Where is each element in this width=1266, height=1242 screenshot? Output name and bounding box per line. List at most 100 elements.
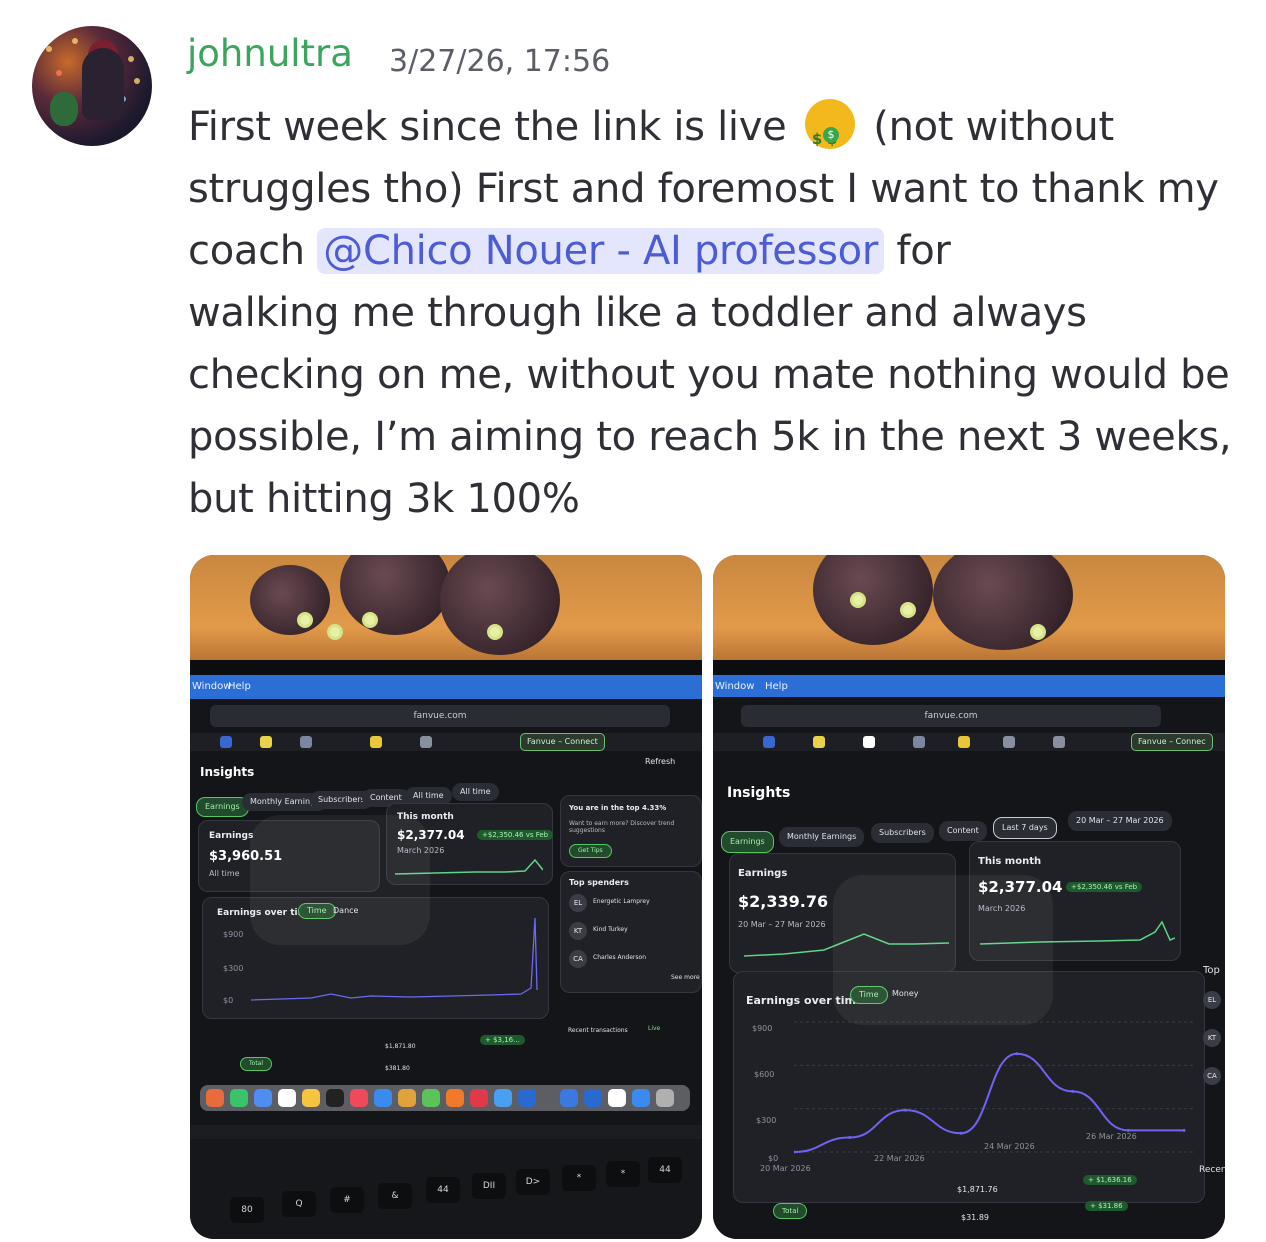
app-icon[interactable] bbox=[560, 1089, 578, 1107]
this-month-label: This month bbox=[397, 812, 454, 822]
app-icon[interactable] bbox=[398, 1089, 416, 1107]
menu-window[interactable]: Window bbox=[715, 681, 754, 692]
app-icon[interactable] bbox=[656, 1089, 674, 1107]
see-more-link[interactable]: See more bbox=[671, 974, 700, 981]
data-point bbox=[1182, 1128, 1186, 1132]
chart-toggle-money[interactable]: Money bbox=[892, 989, 919, 998]
tab-content[interactable]: Content bbox=[939, 821, 987, 841]
spender-avatar: CA bbox=[1203, 1067, 1221, 1085]
key: 80 bbox=[230, 1197, 264, 1223]
tab-fanvue-connect[interactable]: Fanvue – Connec bbox=[1131, 733, 1213, 751]
spender-name[interactable]: Kind Turkey bbox=[593, 926, 628, 933]
earnings-line-left bbox=[251, 917, 538, 1001]
address-bar[interactable]: fanvue.com bbox=[210, 705, 670, 727]
app-icon[interactable] bbox=[608, 1089, 626, 1107]
data-point bbox=[903, 1108, 907, 1112]
menu-help[interactable]: Help bbox=[228, 681, 251, 692]
app-icon[interactable] bbox=[518, 1089, 536, 1107]
range-select-last-7-days[interactable]: Last 7 days bbox=[993, 817, 1057, 839]
earnings-card: Earnings $2,339.76 20 Mar – 27 Mar 2026 bbox=[729, 853, 956, 973]
app-icon[interactable] bbox=[422, 1089, 440, 1107]
tab-favicon[interactable] bbox=[763, 736, 775, 748]
app-icon[interactable] bbox=[350, 1089, 368, 1107]
tab-earnings[interactable]: Earnings bbox=[721, 831, 774, 853]
this-month-badge: +$2,350.46 vs Feb bbox=[1066, 882, 1143, 892]
app-icon[interactable] bbox=[326, 1089, 344, 1107]
app-icon[interactable] bbox=[230, 1089, 248, 1107]
white-bloom bbox=[853, 595, 863, 605]
tab-favicon[interactable] bbox=[370, 736, 382, 748]
chart-toggle-time[interactable]: Time bbox=[850, 986, 888, 1004]
avatar-teddy-bear bbox=[50, 92, 78, 126]
earnings-card: Earnings $3,960.51 All time bbox=[198, 820, 380, 892]
tab-favicon[interactable] bbox=[913, 736, 925, 748]
tab-favicon[interactable] bbox=[958, 736, 970, 748]
app-icon[interactable] bbox=[584, 1089, 602, 1107]
spender-avatar: CA bbox=[569, 950, 587, 968]
tab-favicon[interactable] bbox=[1003, 736, 1015, 748]
earnings-label: Earnings bbox=[209, 831, 254, 841]
key: Q bbox=[282, 1191, 316, 1217]
side-top: Top bbox=[1203, 965, 1220, 976]
tab-favicon[interactable] bbox=[863, 736, 875, 748]
this-month-sub: March 2026 bbox=[397, 846, 445, 855]
white-bloom bbox=[490, 627, 500, 637]
user-mention[interactable]: @Chico Nouer - AI professor bbox=[317, 228, 884, 274]
message-line-4: walking me through like a toddler and al… bbox=[188, 290, 1087, 336]
attachment-photo-right[interactable]: Window Help fanvue.com Fanvue – Connec I… bbox=[713, 555, 1225, 1239]
menu-window[interactable]: Window bbox=[192, 681, 231, 692]
total-change-badge: + $31.86 bbox=[1085, 1201, 1128, 1211]
app-icon[interactable] bbox=[206, 1089, 224, 1107]
data-point bbox=[1015, 1052, 1019, 1056]
this-month-value: $2,377.04 bbox=[978, 878, 1063, 896]
tab-fanvue-connect[interactable]: Fanvue – Connect bbox=[520, 733, 605, 751]
message-text: First week since the link is live (not w… bbox=[188, 96, 1232, 530]
app-icon[interactable] bbox=[374, 1089, 392, 1107]
app-icon[interactable] bbox=[446, 1089, 464, 1107]
earnings-sub: All time bbox=[209, 869, 240, 878]
y-tick: $900 bbox=[752, 1024, 773, 1033]
username[interactable]: johnultra bbox=[187, 32, 353, 75]
promo-text: Want to earn more? Discover trend sugges… bbox=[569, 820, 675, 834]
data-point bbox=[959, 1131, 963, 1135]
total-badge: Total bbox=[240, 1057, 273, 1071]
spender-name[interactable]: Charles Anderson bbox=[593, 954, 646, 961]
white-bloom bbox=[365, 615, 375, 625]
tab-earnings[interactable]: Earnings bbox=[196, 797, 249, 817]
top-spenders-card: Top spenders EL Energetic Lamprey KT Kin… bbox=[560, 871, 702, 993]
app-icon[interactable] bbox=[632, 1089, 650, 1107]
app-icon[interactable] bbox=[494, 1089, 512, 1107]
mac-menubar: Window Help bbox=[713, 675, 1225, 697]
tab-monthly-earnings[interactable]: Monthly Earnings bbox=[779, 827, 865, 847]
range-select-2[interactable]: All time bbox=[452, 783, 499, 801]
app-icon[interactable] bbox=[470, 1089, 488, 1107]
tab-favicon[interactable] bbox=[260, 736, 272, 748]
user-avatar[interactable] bbox=[32, 26, 152, 146]
key: & bbox=[378, 1183, 412, 1209]
tab-subscribers[interactable]: Subscribers bbox=[871, 823, 934, 843]
tab-favicon[interactable] bbox=[220, 736, 232, 748]
date-range-picker[interactable]: 20 Mar – 27 Mar 2026 bbox=[1068, 811, 1172, 831]
this-month-label: This month bbox=[978, 856, 1042, 867]
get-tips-button[interactable]: Get Tips bbox=[569, 844, 612, 858]
this-month-badge: +$2,350.46 vs Feb bbox=[477, 830, 554, 840]
attachment-photo-left[interactable]: Window Help fanvue.com Fanvue – Connect … bbox=[190, 555, 702, 1239]
tab-favicon[interactable] bbox=[1053, 736, 1065, 748]
spender-name[interactable]: Energetic Lamprey bbox=[593, 898, 650, 905]
app-icon[interactable] bbox=[302, 1089, 320, 1107]
tab-favicon[interactable] bbox=[813, 736, 825, 748]
menu-help[interactable]: Help bbox=[765, 681, 788, 692]
app-icon[interactable] bbox=[254, 1089, 272, 1107]
tab-favicon[interactable] bbox=[420, 736, 432, 748]
app-icon[interactable] bbox=[278, 1089, 296, 1107]
message-timestamp: 3/27/26, 17:56 bbox=[389, 44, 611, 79]
message-line-1: First week since the link is live (not w… bbox=[188, 96, 1228, 170]
y-tick: $300 bbox=[223, 964, 244, 973]
message-line-2: struggles tho) First and foremost I want… bbox=[188, 166, 1219, 212]
address-bar[interactable]: fanvue.com bbox=[741, 705, 1161, 727]
refresh-button[interactable]: Refresh bbox=[645, 757, 675, 766]
key: 44 bbox=[426, 1177, 460, 1203]
spender-avatar: EL bbox=[569, 894, 587, 912]
y-tick: $0 bbox=[768, 1154, 779, 1163]
tab-favicon[interactable] bbox=[300, 736, 312, 748]
